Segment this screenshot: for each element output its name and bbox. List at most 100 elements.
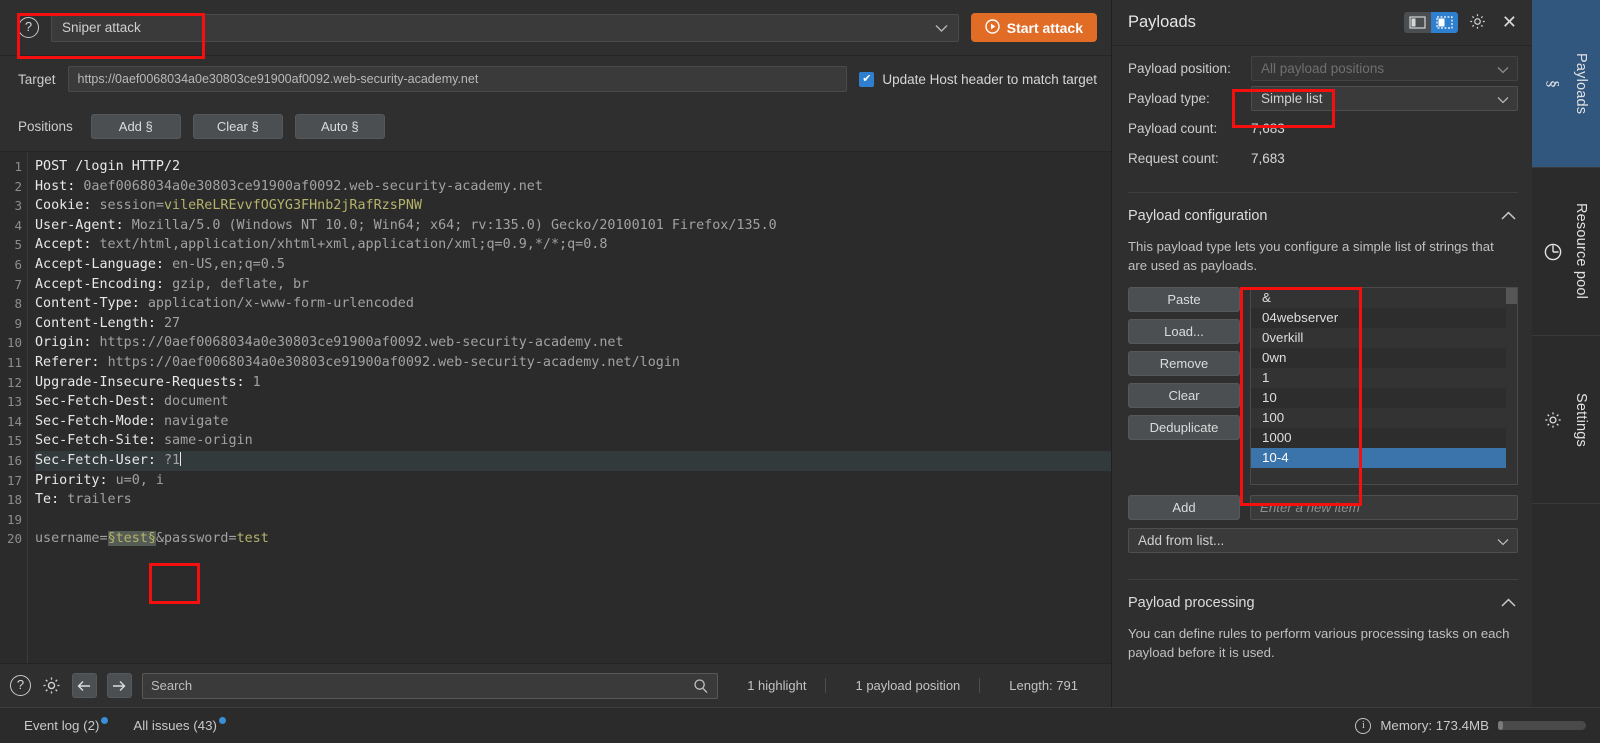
add-payload-button[interactable]: Add xyxy=(1128,495,1240,520)
request-count-value: 7,683 xyxy=(1251,151,1285,166)
target-label: Target xyxy=(18,71,56,87)
deduplicate-payload-button[interactable]: Deduplicate xyxy=(1128,415,1240,440)
tab-resource-pool-label: Resource pool xyxy=(1573,203,1589,300)
close-icon[interactable]: ✕ xyxy=(1499,12,1520,33)
start-attack-button[interactable]: Start attack xyxy=(970,13,1097,42)
code-segment: Upgrade-Insecure-Requests: xyxy=(35,374,253,390)
request-line[interactable]: Sec-Fetch-Mode: navigate xyxy=(35,412,1111,432)
gear-icon[interactable] xyxy=(41,675,62,696)
request-line[interactable]: Accept-Encoding: gzip, deflate, br xyxy=(35,275,1111,295)
code-segment: Host: xyxy=(35,178,84,194)
code-segment: 1 xyxy=(252,374,261,390)
payload-list-scrollbar[interactable] xyxy=(1506,288,1517,484)
add-from-list-select[interactable]: Add from list... xyxy=(1128,528,1518,553)
tab-payloads[interactable]: Payloads § xyxy=(1532,0,1600,168)
payload-list-item[interactable]: 10-4 xyxy=(1251,448,1517,468)
chevron-up-icon[interactable] xyxy=(1501,207,1516,225)
request-line[interactable]: User-Agent: Mozilla/5.0 (Windows NT 10.0… xyxy=(35,216,1111,236)
add-position-button[interactable]: Add § xyxy=(90,114,181,139)
payload-type-select[interactable]: Simple list xyxy=(1251,86,1518,111)
remove-payload-button[interactable]: Remove xyxy=(1128,351,1240,376)
request-editor[interactable]: 1 2 3 4 5 6 7 8 9 10 11 12 13 14 15 16 17 18 19 20 POST /lo… xyxy=(0,152,1111,663)
all-issues-indicator-dot xyxy=(218,717,226,724)
attack-type-select[interactable]: Sniper attack xyxy=(51,13,959,42)
line-number: 3 xyxy=(14,198,22,214)
payload-list-item[interactable]: 1 xyxy=(1251,368,1517,388)
search-placeholder: Search xyxy=(150,678,193,693)
request-line[interactable]: username=§test§&password=test xyxy=(35,529,1111,549)
payload-list-item[interactable]: 0verkill xyxy=(1251,328,1517,348)
payload-list-item[interactable]: 04webserver xyxy=(1251,308,1517,328)
code-segment: Referer: xyxy=(35,354,108,370)
tab-payloads-label: Payloads xyxy=(1573,52,1589,115)
payload-list-item[interactable]: 100 xyxy=(1251,408,1517,428)
payload-position-select[interactable]: All payload positions xyxy=(1251,56,1518,81)
request-line[interactable]: Accept-Language: en-US,en;q=0.5 xyxy=(35,255,1111,275)
magnifier-icon[interactable] xyxy=(693,678,709,697)
help-icon[interactable]: ? xyxy=(10,675,31,696)
new-item-input[interactable]: Enter a new item xyxy=(1250,495,1518,520)
request-line[interactable]: Upgrade-Insecure-Requests: 1 xyxy=(35,373,1111,393)
layout-left-icon[interactable] xyxy=(1403,12,1431,33)
memory-indicator[interactable]: i Memory: 173.4MB xyxy=(1355,717,1586,734)
request-line[interactable]: Priority: u=0, i xyxy=(35,471,1111,491)
payload-processing-title: Payload processing xyxy=(1128,595,1255,611)
search-forward-button[interactable] xyxy=(106,673,132,698)
payload-processing-header[interactable]: Payload processing xyxy=(1112,580,1532,622)
chevron-up-icon[interactable] xyxy=(1501,594,1516,612)
payload-list-item[interactable]: 1000 xyxy=(1251,428,1517,448)
request-line[interactable]: POST /login HTTP/2 xyxy=(35,157,1111,177)
request-line[interactable]: Cookie: session=vileReLREvvfOGYG3FHnb2jR… xyxy=(35,196,1111,216)
request-line[interactable]: Sec-Fetch-Dest: document xyxy=(35,392,1111,412)
clear-payload-button[interactable]: Clear xyxy=(1128,383,1240,408)
request-line[interactable]: Te: trailers xyxy=(35,490,1111,510)
event-log-button[interactable]: Event log (2) xyxy=(24,717,109,733)
add-from-list-row: Add from list... xyxy=(1112,520,1532,553)
request-line[interactable]: Sec-Fetch-Site: same-origin xyxy=(35,431,1111,451)
request-line[interactable]: Host: 0aef0068034a0e30803ce91900af0092.w… xyxy=(35,177,1111,197)
line-number: 17 xyxy=(6,472,22,488)
layout-right-icon[interactable] xyxy=(1430,12,1458,33)
tab-resource-pool[interactable]: Resource pool xyxy=(1532,168,1600,336)
payload-type-label: Payload type: xyxy=(1128,91,1210,106)
info-icon[interactable]: i xyxy=(1355,717,1372,734)
payload-list[interactable]: & 04webserver 0verkill 0wn 1 10 100 1000 10-4 xyxy=(1250,287,1518,485)
tab-settings[interactable]: Settings xyxy=(1532,336,1600,504)
search-back-button[interactable] xyxy=(72,673,97,698)
code-segment: Content-Length: xyxy=(35,315,164,331)
line-number: 9 xyxy=(14,315,22,331)
gear-icon[interactable] xyxy=(1468,12,1489,33)
request-line[interactable]: Content-Type: application/x-www-form-url… xyxy=(35,294,1111,314)
request-line[interactable]: Referer: https://0aef0068034a0e30803ce91… xyxy=(35,353,1111,373)
line-number: 4 xyxy=(14,217,22,233)
payload-list-item[interactable]: 10 xyxy=(1251,388,1517,408)
request-line[interactable]: Sec-Fetch-User: ?1 xyxy=(35,450,1111,471)
burp-intruder-window: ? Sniper attack Start attack Target http… xyxy=(0,0,1600,743)
request-line[interactable]: Origin: https://0aef0068034a0e30803ce919… xyxy=(35,333,1111,353)
payload-list-item[interactable]: & xyxy=(1251,288,1517,308)
request-line[interactable]: Accept: text/html,application/xhtml+xml,… xyxy=(35,235,1111,255)
all-issues-button[interactable]: All issues (43) xyxy=(133,717,226,733)
payload-add-row: Add Enter a new item xyxy=(1112,485,1532,520)
code-segment: https://0aef0068034a0e30803ce91900af0092… xyxy=(107,354,680,370)
target-input[interactable]: https://0aef0068034a0e30803ce91900af0092… xyxy=(67,66,848,92)
scrollbar-thumb[interactable] xyxy=(1506,288,1517,304)
payload-list-item[interactable]: 0wn xyxy=(1251,348,1517,368)
code-segment: vileReLREvvfOGYG3FHnb2jRafRzsPNW xyxy=(164,198,422,214)
search-input[interactable]: Search xyxy=(141,672,719,699)
auto-positions-button[interactable]: Auto § xyxy=(294,114,385,139)
code-segment: same-origin xyxy=(164,433,253,449)
line-number: 12 xyxy=(6,374,22,390)
load-payload-button[interactable]: Load... xyxy=(1128,319,1240,344)
request-code[interactable]: POST /login HTTP/2 Host: 0aef0068034a0e30… xyxy=(28,152,1111,663)
line-number: 2 xyxy=(14,178,22,194)
help-icon[interactable]: ? xyxy=(18,17,39,38)
target-row: Target https://0aef0068034a0e30803ce9190… xyxy=(0,56,1111,102)
request-line[interactable]: Content-Length: 27 xyxy=(35,314,1111,334)
payload-configuration-header[interactable]: Payload configuration xyxy=(1112,193,1532,235)
code-segment: User-Agent: xyxy=(35,217,132,233)
request-line[interactable] xyxy=(35,510,1111,530)
update-host-header-checkbox[interactable]: ✔ Update Host header to match target xyxy=(859,71,1097,87)
paste-payload-button[interactable]: Paste xyxy=(1128,287,1240,312)
clear-positions-button[interactable]: Clear § xyxy=(192,114,283,139)
